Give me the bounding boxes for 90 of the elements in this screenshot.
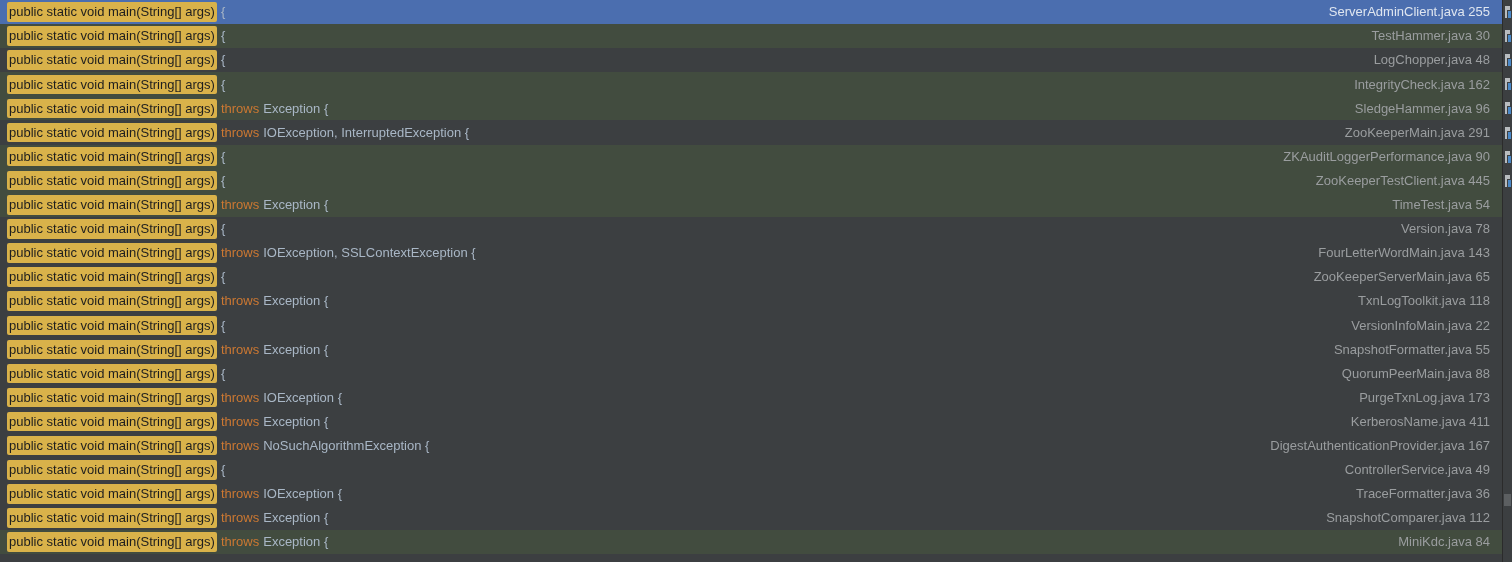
code-text: { — [220, 316, 226, 335]
code-text: { — [220, 220, 226, 239]
match-highlight: public static void main(String[] args) — [7, 26, 217, 46]
code-text: { — [220, 27, 226, 46]
match-highlight: public static void main(String[] args) — [7, 50, 217, 70]
file-location: TimeTest.java 54 — [1392, 196, 1490, 215]
match-highlight: public static void main(String[] args) — [7, 219, 217, 239]
throws-keyword: throws — [220, 412, 260, 431]
search-result-row[interactable]: public static void main(String[] args) throws Exception { SledgeHammer.java 96 — [0, 96, 1502, 121]
throws-keyword: throws — [220, 123, 260, 142]
search-result-row[interactable]: public static void main(String[] args) { ZKAuditLoggerPerformance.java 90 — [0, 144, 1502, 169]
code-text: { — [220, 171, 226, 190]
code-text: IOException, SSLContextException { — [263, 244, 476, 263]
code-text: { — [220, 75, 226, 94]
file-location: SnapshotComparer.java 112 — [1326, 509, 1490, 528]
throws-keyword: throws — [220, 533, 260, 552]
file-location: SledgeHammer.java 96 — [1354, 99, 1490, 118]
code-text: Exception { — [263, 292, 329, 311]
throws-keyword: throws — [220, 244, 260, 263]
scrollbar-thumb[interactable] — [1504, 494, 1511, 506]
search-result-row[interactable]: public static void main(String[] args) { ZooKeeperTestClient.java 445 — [0, 168, 1502, 193]
code-text: Exception { — [263, 340, 329, 359]
code-text: Exception { — [263, 99, 329, 118]
match-highlight: public static void main(String[] args) — [7, 484, 217, 504]
search-result-row[interactable]: public static void main(String[] args) { ServerAdminClient.java 255 — [0, 0, 1502, 25]
file-location: DigestAuthenticationProvider.java 167 — [1270, 437, 1490, 455]
code-text: IOException { — [263, 388, 342, 407]
file-location: KerberosName.java 411 — [1350, 412, 1490, 431]
file-location: SnapshotFormatter.java 55 — [1333, 340, 1490, 359]
match-highlight: public static void main(String[] args) — [7, 411, 217, 432]
throws-keyword: throws — [220, 340, 260, 359]
throws-keyword: throws — [220, 196, 260, 215]
file-location: MiniKdc.java 84 — [1398, 533, 1490, 552]
file-location: QuorumPeerMain.java 88 — [1341, 364, 1490, 383]
file-location: Version.java 78 — [1401, 220, 1490, 239]
code-text: { — [220, 3, 226, 22]
match-highlight: public static void main(String[] args) — [7, 363, 217, 384]
match-highlight: public static void main(String[] args) — [7, 532, 217, 552]
file-location: ZKAuditLoggerPerformance.java 90 — [1283, 147, 1490, 166]
code-text: { — [220, 51, 226, 70]
throws-keyword: throws — [220, 485, 260, 504]
file-location: ZooKeeperMain.java 291 — [1344, 123, 1490, 142]
file-location: TestHammer.java 30 — [1371, 27, 1490, 46]
throws-keyword: throws — [220, 437, 260, 455]
match-highlight: public static void main(String[] args) — [7, 339, 217, 360]
search-result-row[interactable]: public static void main(String[] args) throws Exception { MiniKdc.java 84 — [0, 530, 1502, 555]
throws-keyword: throws — [220, 99, 260, 118]
match-highlight: public static void main(String[] args) — [7, 146, 217, 167]
file-location: TxnLogToolkit.java 118 — [1358, 292, 1490, 311]
file-location: ControllerService.java 49 — [1344, 461, 1490, 480]
code-text: { — [220, 268, 226, 287]
file-location: ZooKeeperServerMain.java 65 — [1313, 268, 1490, 287]
match-highlight: public static void main(String[] args) — [7, 508, 217, 528]
match-highlight: public static void main(String[] args) — [7, 460, 217, 480]
match-highlight: public static void main(String[] args) — [7, 170, 217, 191]
throws-keyword: throws — [220, 292, 260, 311]
code-text: Exception { — [263, 533, 329, 552]
search-result-row[interactable]: public static void main(String[] args) { IntegrityCheck.java 162 — [0, 72, 1502, 97]
search-result-row[interactable]: public static void main(String[] args) throws Exception { TimeTest.java 54 — [0, 192, 1502, 217]
code-text: IOException, InterruptedException { — [263, 123, 470, 142]
file-location: LogChopper.java 48 — [1373, 51, 1490, 70]
match-highlight: public static void main(String[] args) — [7, 2, 217, 22]
file-location: ZooKeeperTestClient.java 445 — [1315, 171, 1490, 190]
code-text: Exception { — [263, 509, 329, 528]
code-text: Exception { — [263, 412, 329, 431]
throws-keyword: throws — [220, 388, 260, 407]
code-text: { — [220, 461, 226, 480]
code-text: NoSuchAlgorithmException { — [263, 437, 430, 455]
match-highlight: public static void main(String[] args) — [7, 315, 217, 335]
match-highlight: public static void main(String[] args) — [7, 291, 217, 311]
match-highlight: public static void main(String[] args) — [7, 267, 217, 287]
match-highlight: public static void main(String[] args) — [7, 243, 217, 263]
code-text: Exception { — [263, 196, 329, 215]
file-location: VersionInfoMain.java 22 — [1351, 316, 1490, 335]
match-highlight: public static void main(String[] args) — [7, 436, 217, 456]
file-location: TraceFormatter.java 36 — [1356, 485, 1490, 504]
file-location: PurgeTxnLog.java 173 — [1359, 388, 1490, 407]
match-highlight: public static void main(String[] args) — [7, 74, 217, 95]
file-location: ServerAdminClient.java 255 — [1328, 3, 1490, 22]
file-location: IntegrityCheck.java 162 — [1354, 75, 1490, 94]
code-text: IOException { — [263, 485, 342, 504]
code-text: { — [220, 147, 226, 166]
match-highlight: public static void main(String[] args) — [7, 98, 217, 119]
match-highlight: public static void main(String[] args) — [7, 122, 217, 143]
file-location: FourLetterWordMain.java 143 — [1318, 244, 1490, 263]
throws-keyword: throws — [220, 509, 260, 528]
code-text: { — [220, 364, 226, 383]
search-result-row[interactable]: public static void main(String[] args) { TestHammer.java 30 — [0, 24, 1502, 49]
match-highlight: public static void main(String[] args) — [7, 387, 217, 408]
match-highlight: public static void main(String[] args) — [7, 195, 217, 215]
